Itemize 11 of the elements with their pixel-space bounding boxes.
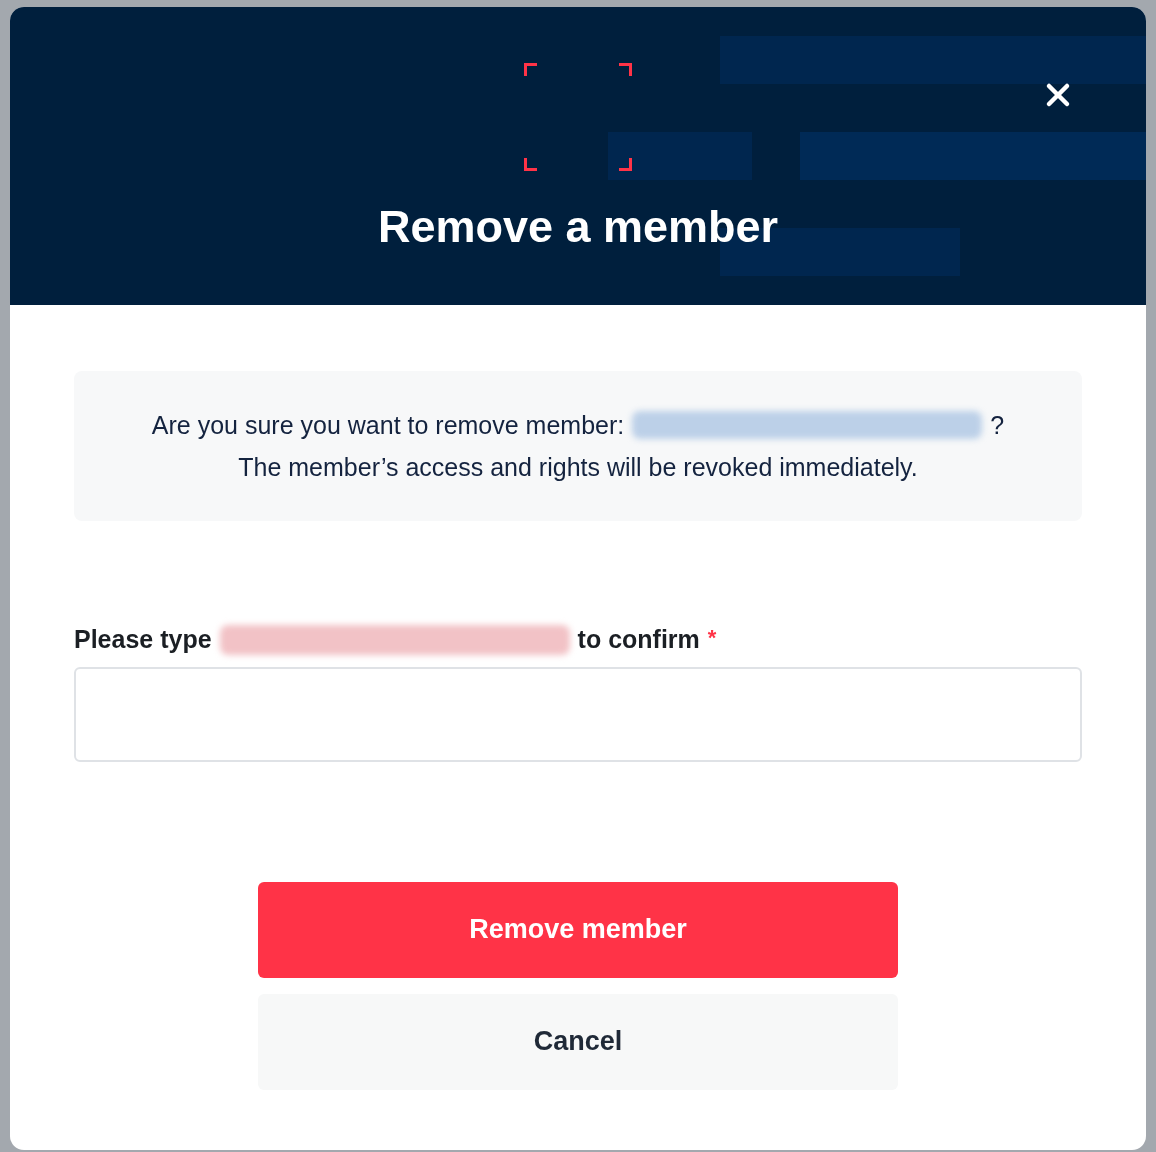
message-text: The member’s access and rights will be revoked immediately. [238,452,918,483]
confirm-input-field[interactable] [74,666,1082,762]
message-text: Are you sure you want to remove member: [151,410,625,441]
dialog-title: Remove a member [377,200,779,254]
remove-button[interactable]: Remove member [258,881,898,978]
field-label: Please type [74,624,212,655]
message-text: ? [990,410,1005,441]
field-label: to confirm [577,624,700,655]
focus-frame-icon [524,63,632,171]
required-mark: * [707,624,717,652]
cancel-button[interactable]: Cancel [258,993,898,1090]
